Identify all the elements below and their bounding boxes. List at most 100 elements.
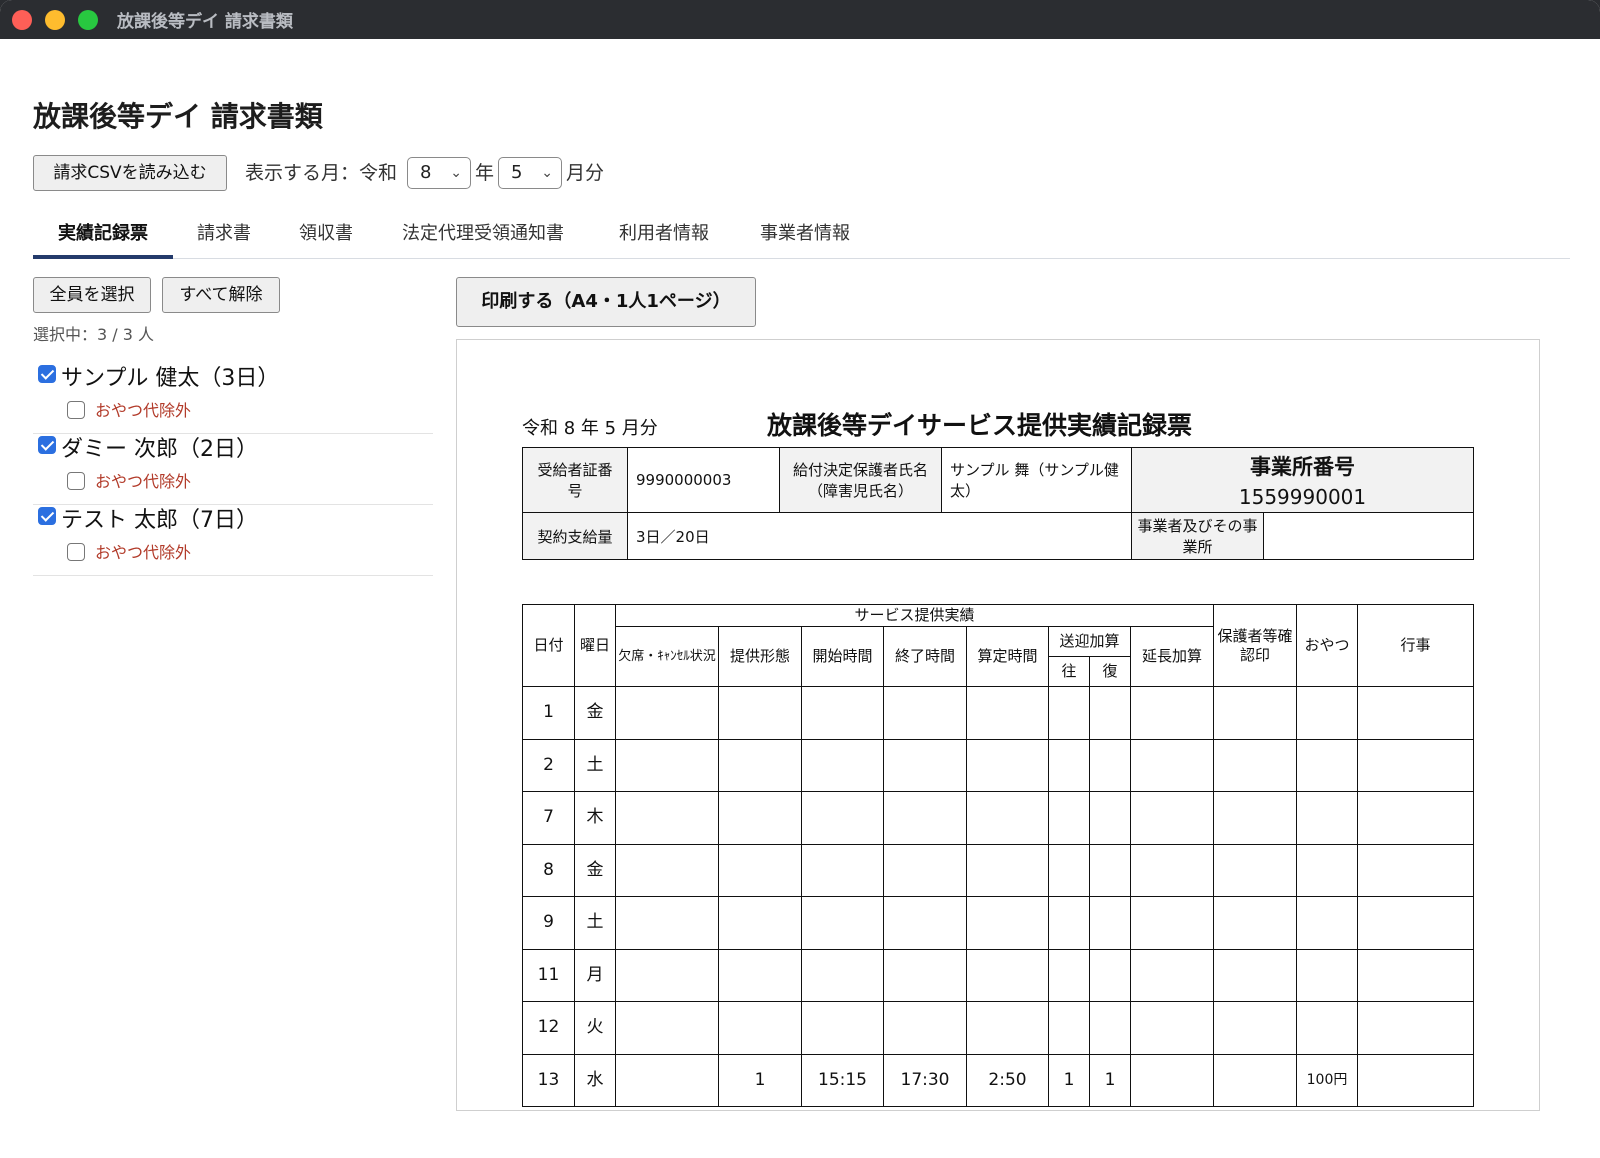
table-row: 1金 [522, 686, 1475, 740]
print-button[interactable]: 印刷する（A4・1人1ページ） [456, 277, 756, 327]
close-window-button[interactable] [12, 9, 32, 30]
user-checkbox[interactable] [38, 507, 56, 525]
tab-user-info[interactable]: 利用者情報 [619, 219, 709, 259]
tab-record[interactable]: 実績記録票 [33, 219, 173, 259]
cell-day: 12 [522, 1001, 575, 1055]
table-row: 8金 [522, 843, 1475, 897]
col-transport-back: 復 [1089, 656, 1131, 687]
cell-seal [1213, 1001, 1298, 1055]
cell-form [718, 738, 802, 792]
cell-end: 17:30 [883, 1053, 967, 1107]
cell-go [1048, 738, 1090, 792]
cell-back: 1 [1089, 1053, 1131, 1107]
cell-calc [966, 1001, 1049, 1055]
cell-calc [966, 791, 1049, 845]
user-checkbox[interactable] [38, 365, 56, 383]
recipient-cert-number: 9990000003 [627, 447, 780, 513]
table-row: 7木 [522, 791, 1475, 845]
cell-go [1048, 843, 1090, 897]
cell-end [883, 948, 967, 1002]
load-csv-button[interactable]: 請求CSVを読み込む [33, 155, 227, 191]
cell-back [1089, 948, 1131, 1002]
cell-go [1048, 686, 1090, 740]
zoom-window-button[interactable] [78, 9, 98, 30]
col-absence: 欠席・ｷｬﾝｾﾙ状況 [615, 626, 719, 687]
col-transport-go: 往 [1048, 656, 1090, 687]
col-service-group: サービス提供実績 [614, 604, 1215, 627]
month-select[interactable]: 5 ⌄ [498, 157, 562, 189]
cell-start [801, 738, 884, 792]
cell-absence [615, 738, 719, 792]
cell-calc: 2:50 [966, 1053, 1049, 1107]
cell-seal [1213, 843, 1298, 897]
cell-calc [966, 948, 1049, 1002]
cell-ext [1129, 1001, 1215, 1055]
cell-absence [615, 791, 719, 845]
cell-form [718, 948, 802, 1002]
tab-receipt[interactable]: 領収書 [299, 219, 353, 259]
cell-weekday: 金 [574, 686, 616, 740]
cell-ext [1129, 843, 1215, 897]
minimize-window-button[interactable] [45, 9, 65, 30]
cell-form [718, 1001, 802, 1055]
cell-event [1357, 686, 1475, 740]
cell-start: 15:15 [801, 1053, 884, 1107]
user-checkbox[interactable] [38, 436, 56, 454]
snack-exclude-checkbox[interactable] [67, 401, 85, 419]
month-prefix-label: 表示する月：令和 [245, 162, 398, 184]
provider-value [1263, 512, 1474, 560]
service-record-table: 日付 曜日 サービス提供実績 保護者等確認印 おやつ 行事 欠席・ｷｬﾝｾﾙ状況… [522, 604, 1475, 1107]
cell-weekday: 火 [574, 1001, 616, 1055]
cell-start [801, 791, 884, 845]
cell-seal [1213, 738, 1298, 792]
cell-form: 1 [718, 1053, 802, 1107]
tab-invoice[interactable]: 請求書 [197, 219, 251, 259]
cell-snack [1296, 896, 1359, 950]
cell-day: 13 [522, 1053, 575, 1107]
cell-back [1089, 896, 1131, 950]
cell-weekday: 金 [574, 843, 616, 897]
cell-end [883, 1001, 967, 1055]
col-date: 日付 [522, 604, 575, 687]
cell-end [883, 791, 967, 845]
cell-snack [1296, 686, 1359, 740]
cell-ext [1129, 896, 1215, 950]
cell-weekday: 土 [574, 896, 616, 950]
clear-all-button[interactable]: すべて解除 [162, 277, 280, 313]
cell-snack: 100円 [1296, 1053, 1359, 1107]
cell-event [1357, 896, 1475, 950]
window-title: 放課後等デイ 請求書類 [117, 12, 293, 32]
col-guardian-seal: 保護者等確認印 [1213, 604, 1298, 687]
tab-notice[interactable]: 法定代理受領通知書 [402, 219, 564, 259]
chevron-down-icon: ⌄ [450, 165, 462, 181]
cell-day: 11 [522, 948, 575, 1002]
cell-start [801, 686, 884, 740]
cell-absence [615, 1053, 719, 1107]
cell-event [1357, 948, 1475, 1002]
service-rows: 1 金 2 土 7 木 8 金 9 土 11 月 12 火 13 水 1 15:15 17:30 2:50 1 1 100円 [522, 686, 1475, 1107]
col-event: 行事 [1357, 604, 1475, 687]
cell-calc [966, 738, 1049, 792]
cell-start [801, 948, 884, 1002]
user-name: テスト 太郎（7日） [61, 508, 258, 533]
cell-go [1048, 791, 1090, 845]
cell-absence [615, 896, 719, 950]
select-all-button[interactable]: 全員を選択 [33, 277, 151, 313]
table-row: 13 水 1 15:15 17:30 2:50 1 1 100円 [522, 1053, 1475, 1107]
table-row: 11 月 [522, 948, 1475, 1002]
cell-start [801, 896, 884, 950]
cell-go [1048, 948, 1090, 1002]
doc-month-label: 令和 8 年 5 月分 [522, 418, 658, 439]
table-row: 12 火 [522, 1001, 1475, 1055]
cell-event [1357, 791, 1475, 845]
cell-snack [1296, 791, 1359, 845]
cell-calc [966, 843, 1049, 897]
tab-provider-info[interactable]: 事業者情報 [760, 219, 850, 259]
contract-label: 契約支給量 [522, 512, 628, 560]
year-select[interactable]: 8 ⌄ [407, 157, 471, 189]
snack-exclude-checkbox[interactable] [67, 543, 85, 561]
snack-exclude-checkbox[interactable] [67, 472, 85, 490]
contract-value: 3日／20日 [627, 512, 1132, 560]
cell-ext [1129, 686, 1215, 740]
chevron-down-icon: ⌄ [541, 165, 553, 181]
